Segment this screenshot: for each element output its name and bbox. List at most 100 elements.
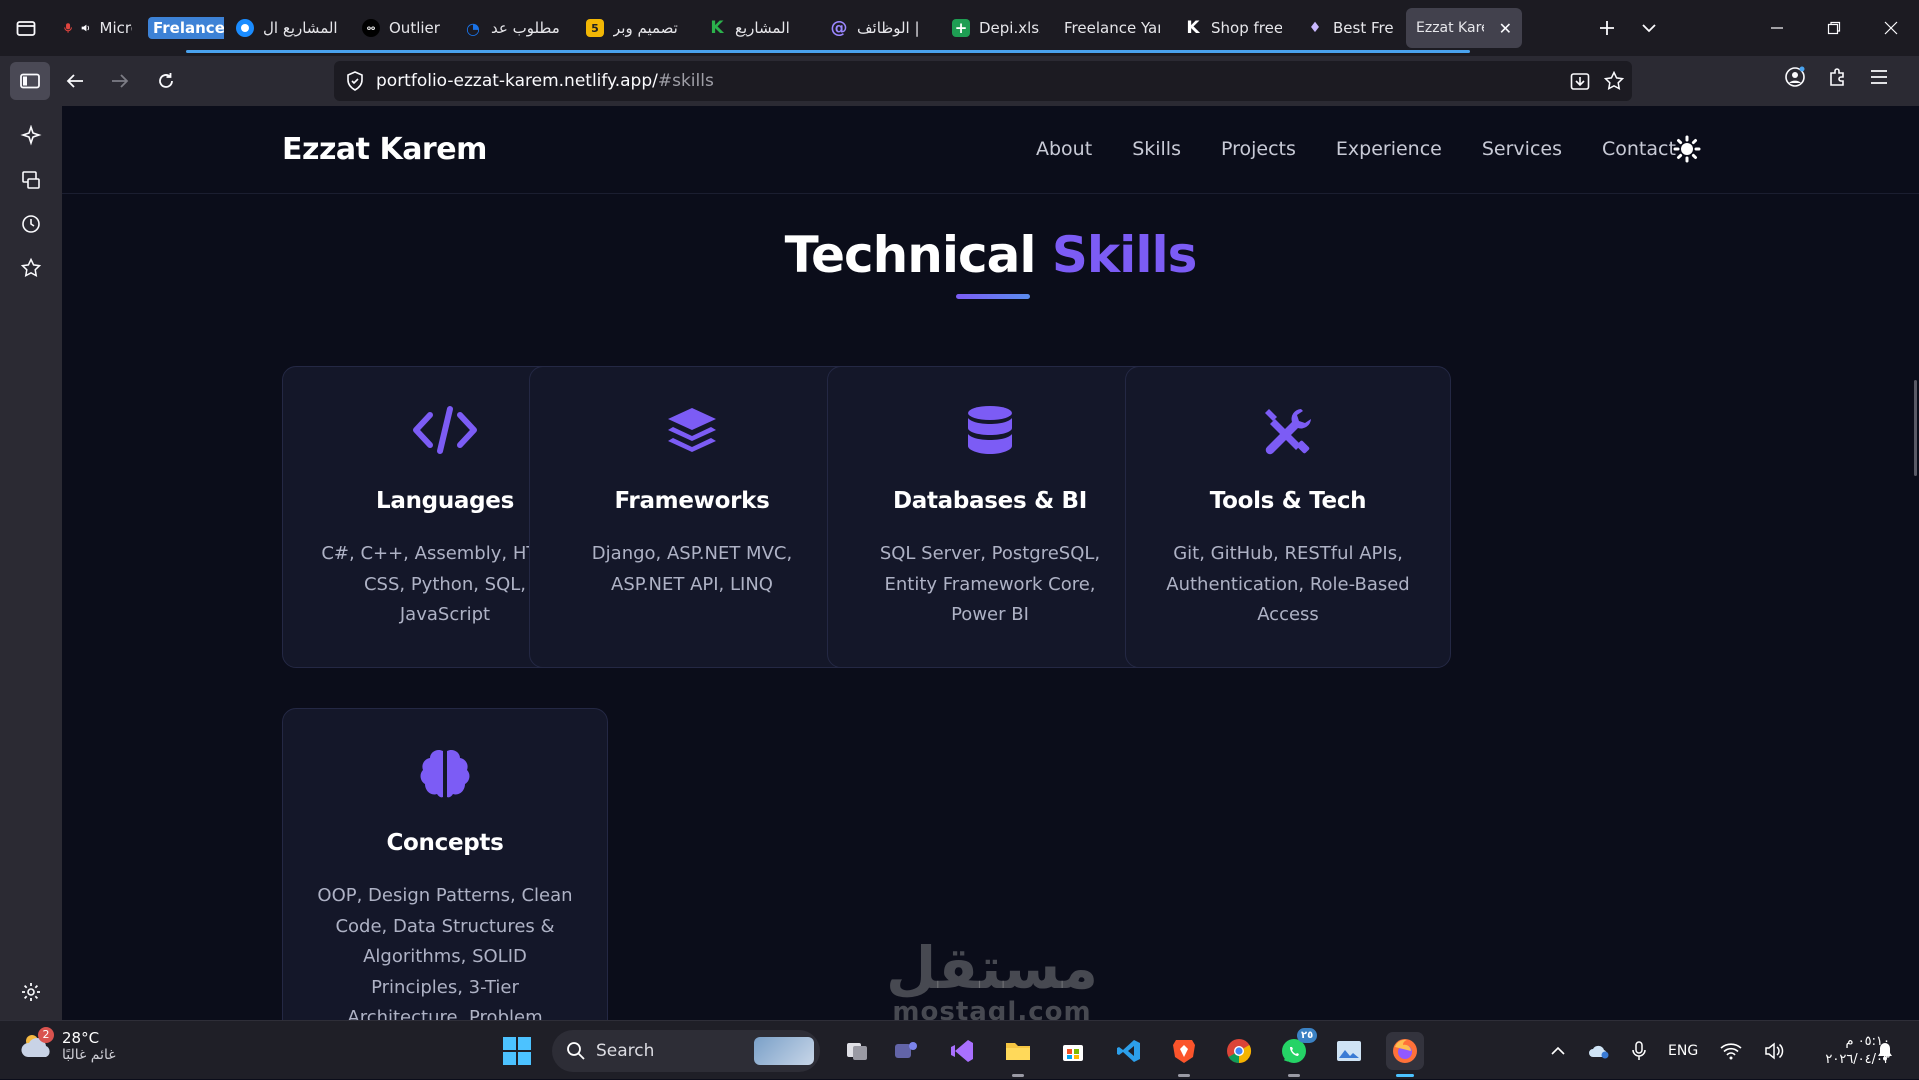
- system-clock[interactable]: ٠٥:١٠ م ٢٠٢٦/٠٤/٠٣: [1790, 1033, 1890, 1069]
- tab-mashari3-1[interactable]: المشاريع ال: [224, 8, 350, 48]
- page-scrollbar[interactable]: [1914, 380, 1917, 476]
- tab-wazaif[interactable]: @ الوظائف |: [818, 8, 940, 48]
- firefox-icon: [1393, 1039, 1417, 1063]
- tab-label: Frelance: [148, 17, 224, 39]
- taskbar-search[interactable]: Search: [552, 1030, 820, 1072]
- tab-best-freela[interactable]: ♦ Best Freela: [1294, 8, 1406, 48]
- taskbar-photos[interactable]: [1332, 1034, 1366, 1068]
- search-icon: [567, 1042, 585, 1060]
- card-title: Databases & BI: [892, 488, 1088, 514]
- sidebar-ai-chat[interactable]: [17, 122, 45, 150]
- account-icon[interactable]: [1784, 66, 1806, 88]
- browser-sidebar: [0, 106, 62, 1020]
- tab-label: Micros: [99, 19, 132, 37]
- search-label: Search: [596, 1041, 655, 1061]
- forward-arrow-icon: [112, 74, 129, 88]
- chevron-down-icon[interactable]: [1640, 19, 1658, 37]
- star-icon: [20, 257, 42, 277]
- section-title-part1: Technical: [784, 226, 1037, 284]
- layers-icon: [668, 408, 716, 452]
- watermark-latin: mostaql.com: [892, 997, 1092, 1020]
- visual-studio-icon: [951, 1040, 973, 1062]
- site-logo[interactable]: Ezzat Karem: [282, 132, 487, 167]
- taskbar-teams[interactable]: [889, 1034, 923, 1068]
- tab-mashari3-2[interactable]: K المشاريع: [696, 8, 818, 48]
- running-indicator: [1178, 1074, 1190, 1077]
- tab-matloob[interactable]: ◔ مطلوب عد: [452, 8, 574, 48]
- extensions-icon[interactable]: [1828, 67, 1848, 87]
- mostaql-watermark: مستقل mostaql.com: [832, 936, 1152, 1020]
- microphone-icon: [64, 23, 72, 33]
- tab-tasmeem[interactable]: 5 تصميم وبر: [574, 8, 696, 48]
- forward-button[interactable]: [105, 66, 135, 96]
- new-tab-icon[interactable]: [1598, 19, 1616, 37]
- taskbar-task-view[interactable]: [840, 1034, 874, 1068]
- language-indicator[interactable]: ENG: [1668, 1043, 1698, 1059]
- tab-frelance[interactable]: Frelance: [144, 8, 224, 48]
- nav-about[interactable]: About: [1036, 138, 1092, 160]
- tab-label: المشاريع: [735, 19, 790, 37]
- history-icon: [22, 215, 40, 233]
- taskbar-chrome[interactable]: [1222, 1034, 1256, 1068]
- back-button[interactable]: [60, 66, 90, 96]
- taskbar-whatsapp[interactable]: ٢٥: [1277, 1028, 1318, 1068]
- notification-button[interactable]: [1876, 1041, 1894, 1065]
- tab-label: المشاريع ال: [263, 19, 338, 37]
- restore-button[interactable]: [1805, 0, 1862, 56]
- download-page-icon[interactable]: [1570, 71, 1590, 91]
- theme-toggle-button[interactable]: [1672, 134, 1702, 164]
- tab-outlier[interactable]: oo Outlier: [350, 8, 452, 48]
- wifi-icon[interactable]: [1720, 1042, 1742, 1060]
- nav-projects[interactable]: Projects: [1221, 138, 1296, 160]
- reload-button[interactable]: [151, 66, 181, 96]
- outlier-icon: oo: [362, 19, 380, 37]
- bookmark-star-icon[interactable]: [1604, 71, 1624, 91]
- microphone-icon[interactable]: [1632, 1040, 1646, 1061]
- nav-contact[interactable]: Contact: [1602, 138, 1676, 160]
- url-bar[interactable]: portfolio-ezzat-karem.netlify.app/#skill…: [334, 61, 1632, 101]
- close-tab-icon[interactable]: ✕: [1499, 19, 1512, 38]
- sidebar-history[interactable]: [17, 210, 45, 238]
- title-underline: [956, 294, 1030, 299]
- tab-micros[interactable]: Micros: [52, 8, 144, 48]
- chrome-icon: [1227, 1039, 1252, 1063]
- bell-icon: [1878, 1043, 1892, 1061]
- toolbar-right: [1784, 66, 1888, 88]
- tab-shop-freel[interactable]: K Shop freel: [1172, 8, 1294, 48]
- nav-skills[interactable]: Skills: [1132, 138, 1181, 160]
- running-indicator: [1288, 1074, 1300, 1077]
- tools-icon: [1265, 409, 1311, 455]
- taskbar-visual-studio[interactable]: [945, 1034, 979, 1068]
- menu-icon[interactable]: [1870, 69, 1888, 85]
- card-text: OOP, Design Patterns, Clean Code, Data S…: [317, 885, 573, 1020]
- taskbar-file-explorer[interactable]: [1001, 1034, 1035, 1068]
- tab-freelance-yard[interactable]: Freelance Yard: [1052, 8, 1172, 48]
- close-window-button[interactable]: [1862, 0, 1919, 56]
- clock-date: ٢٠٢٦/٠٤/٠٣: [1825, 1052, 1890, 1067]
- tab-list-button[interactable]: [0, 0, 52, 56]
- taskbar-firefox[interactable]: [1386, 1032, 1424, 1070]
- start-button[interactable]: [502, 1036, 532, 1066]
- gear-icon: [22, 983, 40, 1001]
- minimize-button[interactable]: [1748, 0, 1805, 56]
- volume-icon[interactable]: [1764, 1041, 1784, 1060]
- sidebar-settings[interactable]: [17, 978, 45, 1006]
- weather-widget[interactable]: 2 28°C غائم غالبًا: [20, 1027, 116, 1063]
- sidebar-icon: [20, 73, 40, 89]
- onedrive-icon[interactable]: [1588, 1043, 1610, 1059]
- tab-ezzat-karem[interactable]: Ezzat Karem ✕: [1406, 8, 1522, 48]
- tab-depi[interactable]: + Depi.xlsx -: [940, 8, 1052, 48]
- at-icon: @: [830, 18, 848, 38]
- brain-icon: [420, 749, 470, 798]
- site-nav: About Skills Projects Experience Service…: [1036, 138, 1676, 160]
- cloud-icon: 2: [20, 1027, 54, 1061]
- taskbar-brave[interactable]: [1167, 1034, 1201, 1068]
- sidebar-bookmarks[interactable]: [17, 254, 45, 282]
- taskbar-store[interactable]: [1056, 1034, 1090, 1068]
- taskbar-vscode[interactable]: [1112, 1034, 1146, 1068]
- nav-experience[interactable]: Experience: [1336, 138, 1442, 160]
- chevron-up-icon[interactable]: [1550, 1043, 1566, 1059]
- sidebar-synced-tabs[interactable]: [17, 166, 45, 194]
- nav-services[interactable]: Services: [1482, 138, 1562, 160]
- sidebar-toggle-button[interactable]: [10, 62, 50, 100]
